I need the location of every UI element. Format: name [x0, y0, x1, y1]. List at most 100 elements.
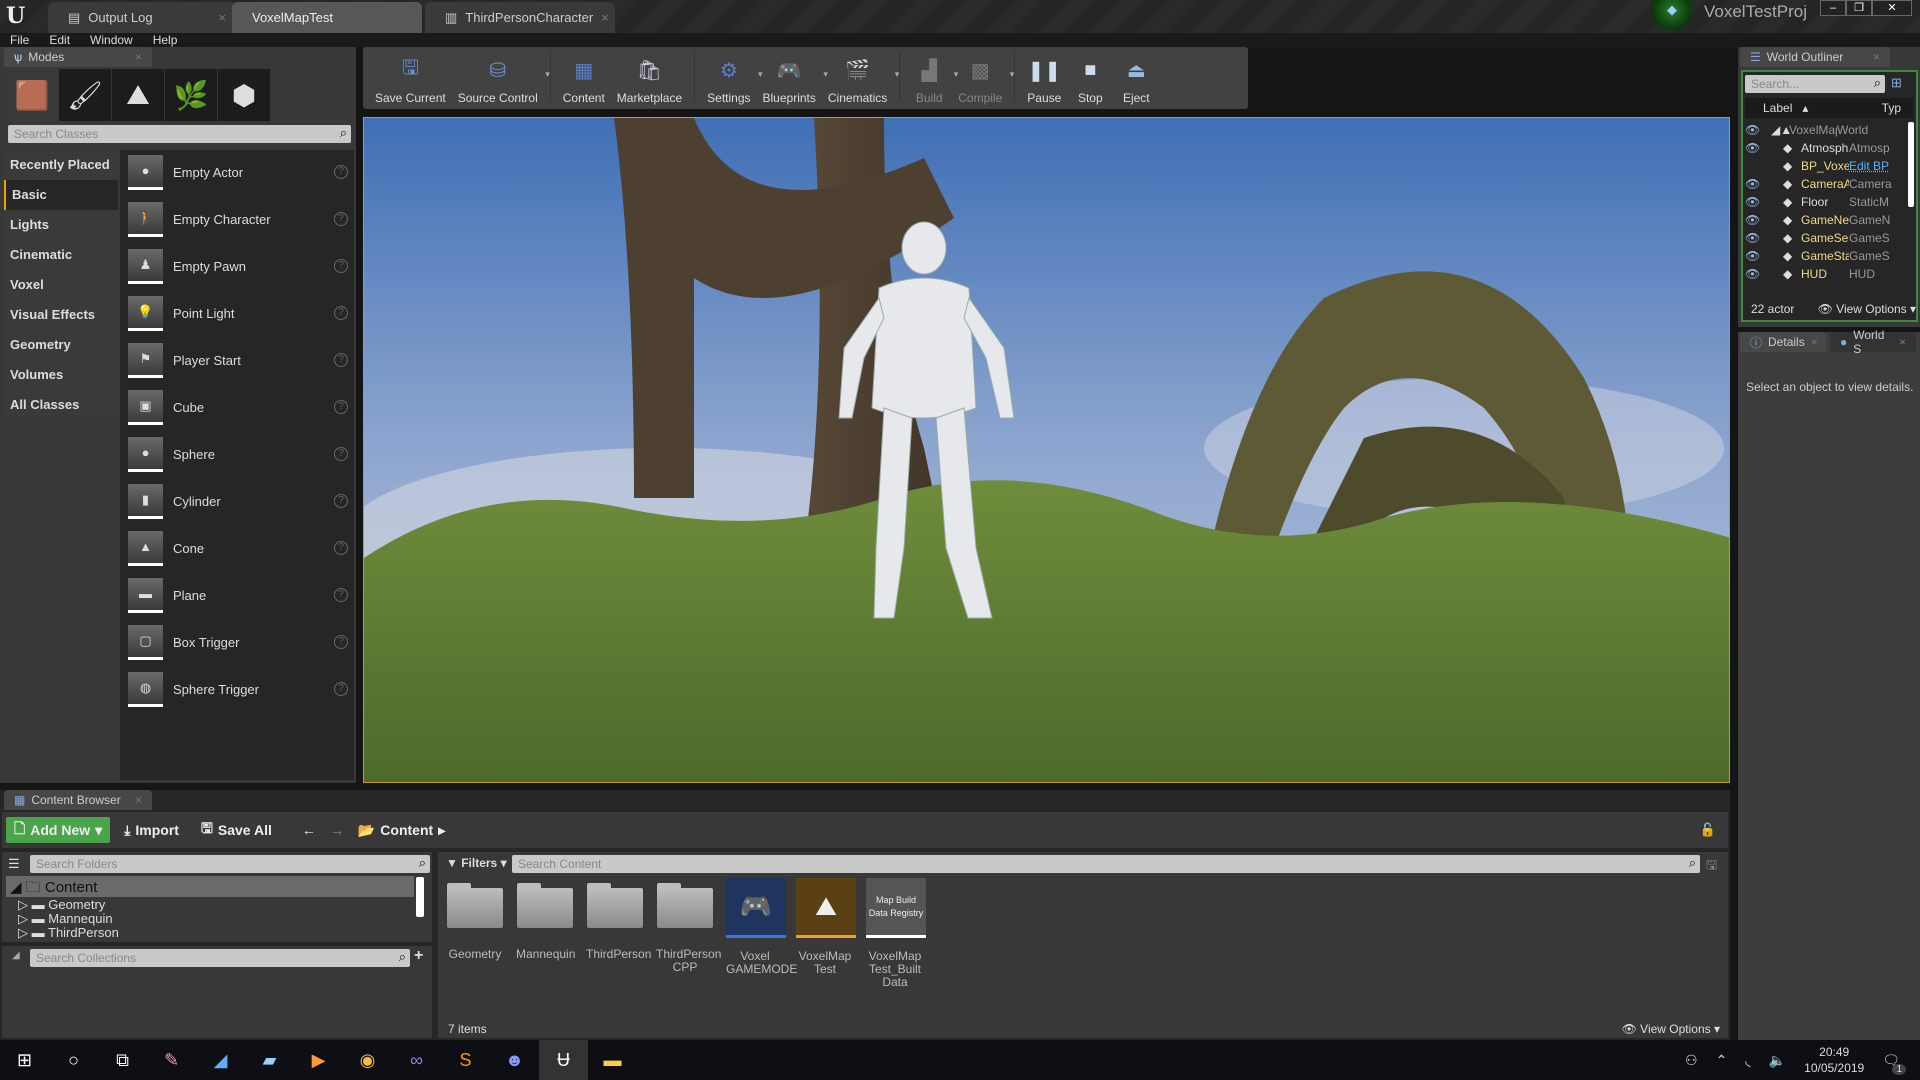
help-icon[interactable]: ?	[334, 588, 348, 602]
world-settings-tab[interactable]: ● World S ×	[1830, 328, 1916, 356]
close-icon[interactable]: ×	[601, 10, 609, 33]
clock[interactable]: 20:49 10/05/2019	[1804, 1044, 1864, 1076]
app-icon[interactable]: ▰	[245, 1040, 294, 1080]
asset-tile-thirdperson-cpp[interactable]: ThirdPerson CPP	[656, 878, 721, 989]
tray-chevron-icon[interactable]: ⌃	[1716, 1052, 1728, 1069]
collapse-sources-icon[interactable]: ☰	[8, 856, 20, 872]
import-button[interactable]: ⤓ Import	[116, 817, 187, 843]
class-item-player-start[interactable]: ⚑ Player Start?	[128, 340, 348, 380]
actor-type[interactable]: Edit BP	[1849, 159, 1889, 173]
compile-button[interactable]: ▩ Compile ▾	[952, 53, 1014, 106]
class-item-box-trigger[interactable]: ▢ Box Trigger?	[128, 622, 348, 662]
unreal-icon[interactable]: Ʉ	[539, 1040, 588, 1080]
outliner-row[interactable]: 👁 ◆ GameSe GameS	[1745, 229, 1905, 247]
category-all-classes[interactable]: All Classes	[4, 390, 118, 420]
menu-help[interactable]: Help	[153, 33, 178, 47]
help-icon[interactable]: ?	[334, 447, 348, 461]
search-collections-input[interactable]: Search Collections ⌕	[30, 949, 410, 967]
path-breadcrumb[interactable]: 📂 Content ▸	[350, 817, 453, 843]
visibility-eye-icon[interactable]: 👁	[1745, 177, 1767, 191]
save-current-button[interactable]: 🖫 Save Current	[369, 53, 452, 105]
app-icon[interactable]: ✎	[147, 1040, 196, 1080]
visibility-eye-icon[interactable]: 👁	[1745, 123, 1767, 137]
view-options-button[interactable]: 👁 View Options ▾	[1622, 1022, 1720, 1036]
save-search-icon[interactable]: 🖫	[1706, 856, 1717, 878]
outliner-row[interactable]: 👁 ◆ Atmosph Atmosp	[1745, 139, 1905, 157]
close-icon[interactable]: ×	[1811, 335, 1818, 349]
tree-item[interactable]: ▷ ▬ ThirdPerson	[18, 926, 119, 940]
help-icon[interactable]: ?	[334, 494, 348, 508]
back-button[interactable]: ←	[294, 817, 324, 843]
class-item-plane[interactable]: ▬ Plane?	[128, 575, 348, 615]
help-icon[interactable]: ?	[334, 682, 348, 696]
build-button[interactable]: ▟ Build ▾	[906, 53, 958, 106]
filters-button[interactable]: ▼ Filters ▾	[446, 856, 507, 870]
scrollbar[interactable]	[1908, 122, 1914, 207]
content-button[interactable]: ▦ Content	[557, 53, 611, 106]
visibility-eye-icon[interactable]: 👁	[1745, 267, 1767, 281]
search-folders-input[interactable]: Search Folders ⌕	[30, 855, 430, 873]
place-mode-icon[interactable]: 🟫	[6, 69, 58, 121]
collapse-icon[interactable]: ◢	[12, 950, 20, 961]
minimize-button[interactable]: –	[1820, 0, 1846, 16]
help-icon[interactable]: ?	[334, 400, 348, 414]
start-icon[interactable]: ⊞	[0, 1040, 49, 1080]
view-options-button[interactable]: 👁 View Options ▾	[1818, 302, 1916, 316]
col-type[interactable]: Typ	[1882, 101, 1901, 115]
pause-button[interactable]: ❚❚ Pause	[1021, 53, 1067, 106]
visibility-eye-icon[interactable]: 👁	[1745, 195, 1767, 209]
asset-tile-voxel-gamemode[interactable]: 🎮 Voxel GAMEMODE	[726, 878, 797, 989]
category-recently-placed[interactable]: Recently Placed	[4, 150, 118, 180]
world-outliner-tab[interactable]: ☰ World Outliner ×	[1740, 47, 1890, 67]
file-explorer-icon[interactable]: ▬	[588, 1040, 637, 1080]
foliage-mode-icon[interactable]: 🌿	[165, 69, 217, 121]
wifi-icon[interactable]: ◟	[1745, 1052, 1750, 1069]
settings-button[interactable]: ⚙ Settings ▾	[701, 53, 762, 106]
class-item-cube[interactable]: ▣ Cube?	[128, 387, 348, 427]
source-control-button[interactable]: ⛁ Source Control ▾	[452, 53, 550, 106]
media-player-icon[interactable]: ▶	[294, 1040, 343, 1080]
class-item-empty-character[interactable]: 🚶 Empty Character?	[128, 199, 348, 239]
forward-button[interactable]: →	[330, 817, 344, 843]
task-view-icon[interactable]: ⧉	[98, 1040, 147, 1080]
help-icon[interactable]: ?	[334, 165, 348, 179]
outliner-row[interactable]: 👁 ◆ GameNe GameN	[1745, 211, 1905, 229]
category-volumes[interactable]: Volumes	[4, 360, 118, 390]
discord-icon[interactable]: ☻	[490, 1040, 539, 1080]
outliner-row[interactable]: 👁 ◢▲VoxelMapTWorld	[1745, 121, 1905, 139]
help-icon[interactable]: ?	[334, 212, 348, 226]
menu-window[interactable]: Window	[90, 33, 133, 47]
close-icon[interactable]: ×	[218, 10, 226, 33]
dropdown-arrow-icon[interactable]: ▾	[1010, 69, 1015, 80]
marketplace-button[interactable]: 🛍 Marketplace	[611, 53, 688, 106]
paint-mode-icon[interactable]: 🖌	[59, 69, 111, 121]
category-visual-effects[interactable]: Visual Effects	[4, 300, 118, 330]
asset-tile-mannequin[interactable]: Mannequin	[516, 878, 575, 989]
eject-button[interactable]: ⏏ Eject	[1113, 53, 1159, 106]
people-icon[interactable]: ⚇	[1685, 1052, 1698, 1069]
help-icon[interactable]: ?	[334, 541, 348, 555]
add-collection-button[interactable]: +	[414, 947, 423, 965]
add-folder-icon[interactable]: ⊞	[1891, 75, 1902, 91]
visibility-eye-icon[interactable]: 👁	[1745, 231, 1767, 245]
volume-icon[interactable]: 🔈	[1769, 1052, 1786, 1069]
close-icon[interactable]: ×	[135, 50, 142, 64]
close-icon[interactable]: ×	[135, 793, 142, 807]
outliner-row[interactable]: 👁 ◆ GameSta GameS	[1745, 247, 1905, 265]
add-new-button[interactable]: 🗋 Add New ▾	[6, 817, 111, 843]
help-icon[interactable]: ?	[334, 259, 348, 273]
help-icon[interactable]: ?	[334, 306, 348, 320]
visual-studio-icon[interactable]: ∞	[392, 1040, 441, 1080]
lock-icon[interactable]: 🔓	[1700, 822, 1716, 838]
outliner-row[interactable]: ◆ BP_Voxe Edit BP	[1745, 157, 1905, 175]
class-item-cylinder[interactable]: ▮ Cylinder?	[128, 481, 348, 521]
close-button[interactable]: ✕	[1872, 0, 1912, 16]
doc-tab-output-log[interactable]: ▤ Output Log ×	[48, 2, 238, 33]
content-browser-tab[interactable]: ▦ Content Browser ×	[4, 790, 152, 810]
class-item-sphere-trigger[interactable]: ◍ Sphere Trigger?	[128, 669, 348, 709]
dropdown-arrow-icon[interactable]: ▾	[895, 69, 900, 80]
maximize-button[interactable]: ❐	[1846, 0, 1872, 16]
asset-tile-geometry[interactable]: Geometry	[446, 878, 504, 989]
asset-tile-voxelmap-test[interactable]: ⛰ VoxelMap Test	[796, 878, 856, 989]
asset-tile-voxelmap-test-built-data[interactable]: Map Build Data Registry VoxelMap Test_Bui…	[866, 878, 926, 989]
